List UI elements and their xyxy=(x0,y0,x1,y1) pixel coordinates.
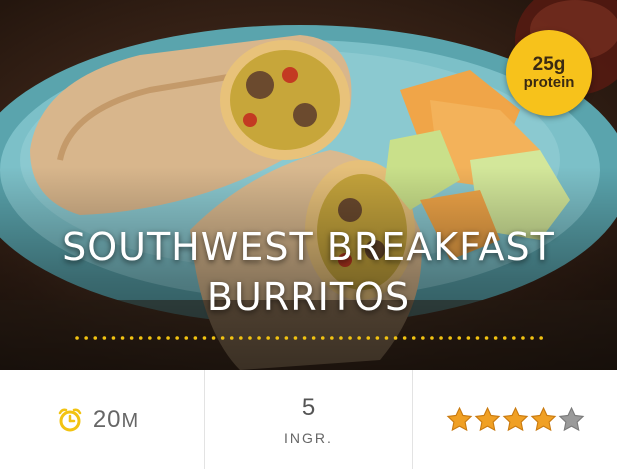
star-empty-icon[interactable] xyxy=(558,406,585,433)
protein-label: protein xyxy=(523,74,575,92)
ingredient-count-label: INGR. xyxy=(284,429,333,446)
recipe-title-line-1: SOUTHWEST BREAKFAST xyxy=(62,225,555,269)
star-filled-icon[interactable] xyxy=(530,406,557,433)
prep-time-value: 20M xyxy=(93,406,139,434)
rating-stars[interactable] xyxy=(446,406,585,433)
ingredient-count-value: 5 xyxy=(301,393,316,421)
prep-time-unit: M xyxy=(121,409,140,432)
recipe-photo[interactable]: 25g protein SOUTHWEST BREAKFAST BURRITOS xyxy=(0,0,617,370)
ingredient-count: 5 INGR. xyxy=(205,370,413,469)
star-filled-icon[interactable] xyxy=(446,406,473,433)
prep-time: 20M xyxy=(0,370,205,469)
protein-badge: 25g protein xyxy=(506,30,592,116)
star-filled-icon[interactable] xyxy=(474,406,501,433)
dotted-divider xyxy=(75,336,545,340)
prep-time-number: 20 xyxy=(92,405,122,433)
recipe-info-bar: 20M 5 INGR. xyxy=(0,370,617,469)
recipe-rating[interactable] xyxy=(413,370,617,469)
star-filled-icon[interactable] xyxy=(502,406,529,433)
recipe-card[interactable]: 25g protein SOUTHWEST BREAKFAST BURRITOS… xyxy=(0,0,617,469)
alarm-clock-icon xyxy=(58,408,82,431)
protein-amount: 25g xyxy=(532,54,566,76)
recipe-title-line-2: BURRITOS xyxy=(206,275,411,319)
recipe-title[interactable]: SOUTHWEST BREAKFAST BURRITOS xyxy=(0,222,617,322)
